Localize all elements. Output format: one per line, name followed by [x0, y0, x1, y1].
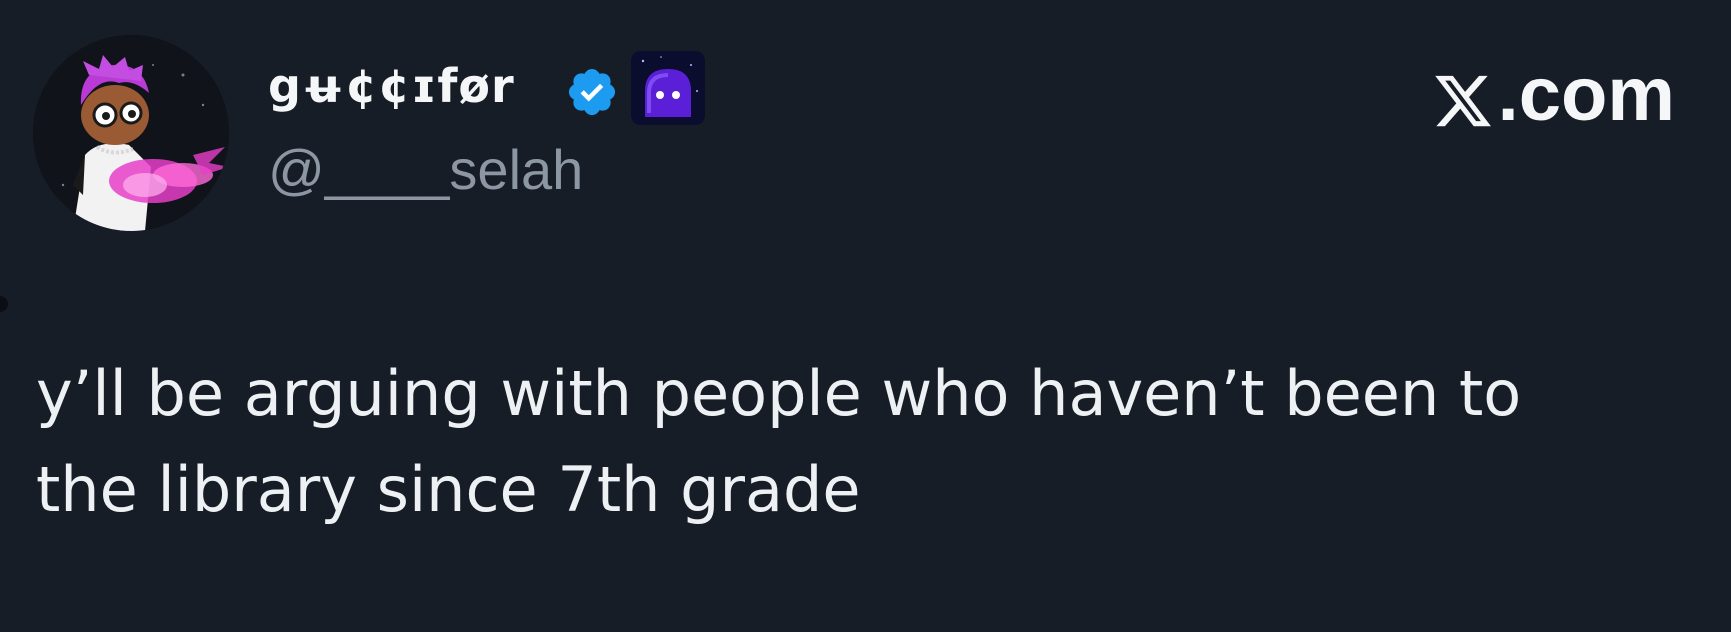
- x-brand-watermark: .com: [1432, 52, 1675, 138]
- x-logo-icon: [1432, 64, 1494, 127]
- tweet-screenshot: gʉ¢¢ɪfør @____selah .com y’ll be arguing…: [0, 0, 1731, 632]
- brand-label: .com: [1497, 52, 1675, 137]
- edge-indicator: [0, 296, 8, 312]
- author-handle[interactable]: @____selah: [268, 137, 583, 203]
- tweet-text: y’ll be arguing with people who haven’t …: [36, 346, 1676, 538]
- author-avatar[interactable]: [33, 35, 229, 231]
- tweet-text-line: y’ll be arguing with people who haven’t …: [36, 357, 1522, 430]
- purple-ghost-emoji-icon: [631, 51, 705, 125]
- author-display-name[interactable]: gʉ¢¢ɪfør: [268, 56, 515, 116]
- verified-badge-icon: [565, 65, 619, 119]
- tweet-text-line: the library since 7th grade: [36, 453, 861, 526]
- cartoon-character-avatar-icon: [33, 35, 229, 231]
